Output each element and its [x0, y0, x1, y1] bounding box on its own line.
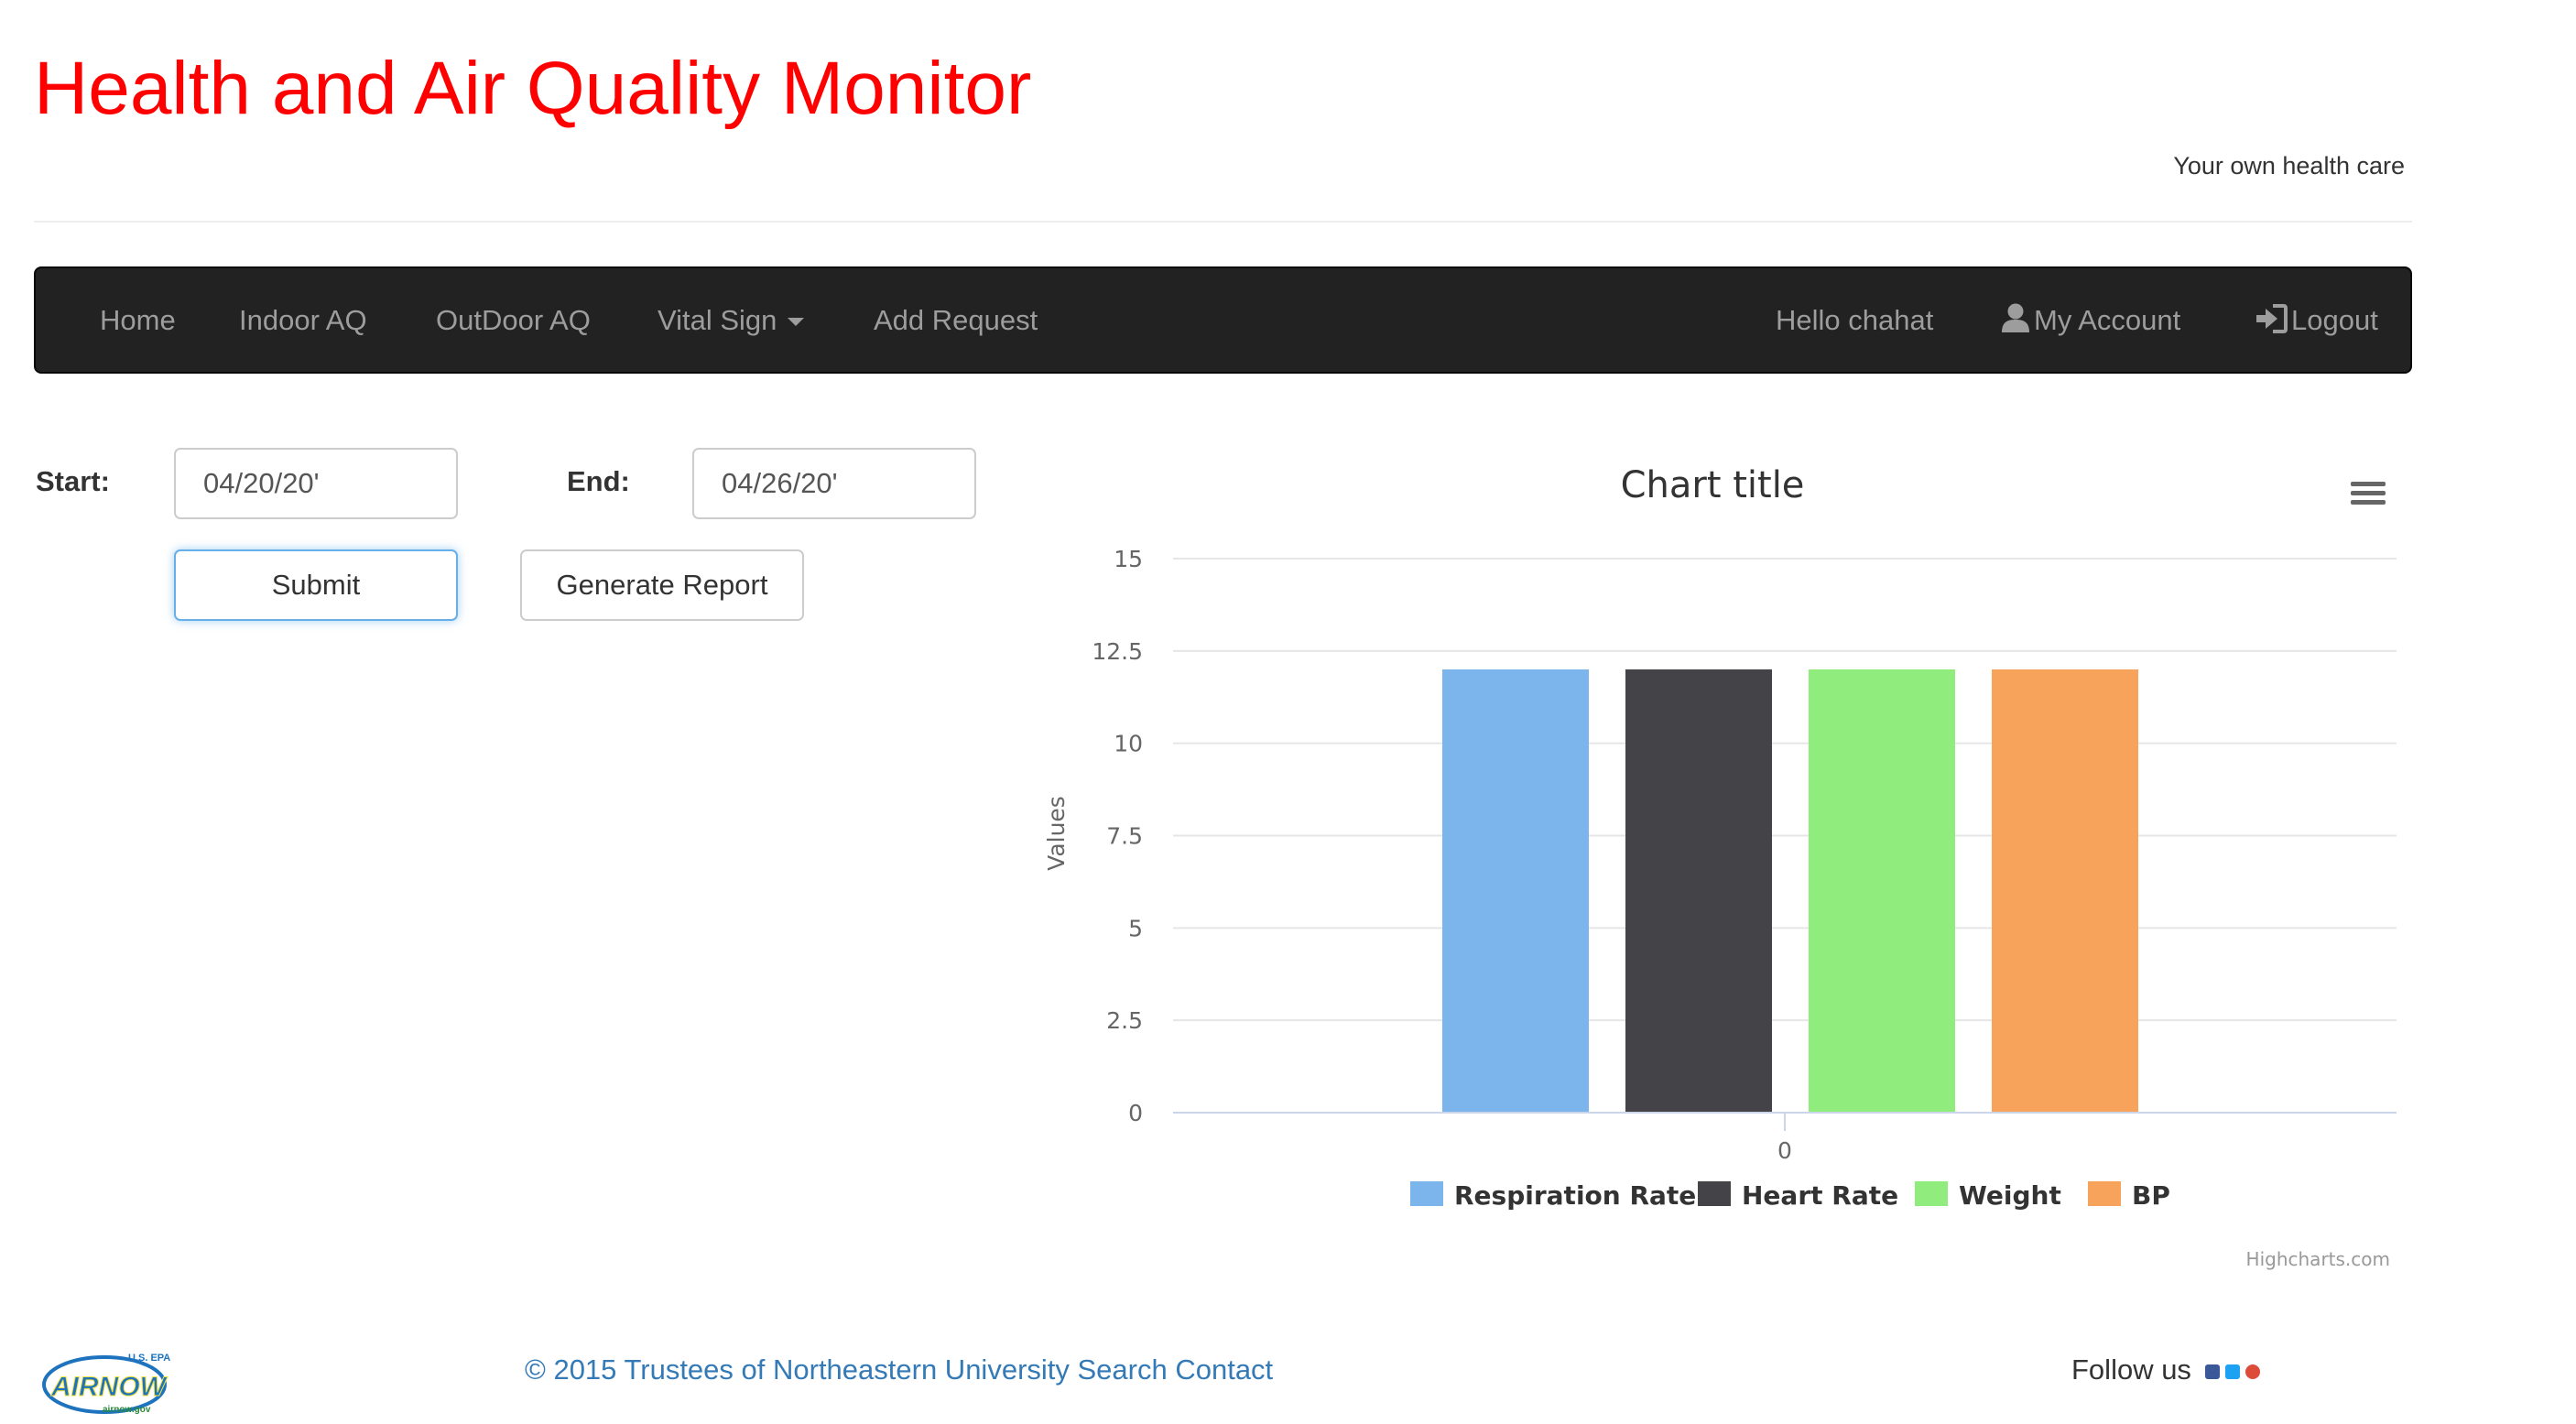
bar-respiration-rate[interactable]: [1442, 669, 1589, 1113]
nav-vital-sign-dropdown[interactable]: Vital Sign: [658, 268, 805, 372]
logout-label: Logout: [2291, 304, 2378, 336]
header-divider: [34, 221, 2412, 223]
y-axis-ticks: 0 2.5 5 7.5 10 12.5 15: [1092, 546, 1143, 1126]
login-arrow-icon: [2256, 304, 2288, 333]
follow-us-label: Follow us: [2071, 1353, 2191, 1386]
legend-swatch: [1698, 1181, 1731, 1206]
nav-vital-sign-label: Vital Sign: [658, 304, 777, 336]
y-tick-label: 15: [1114, 546, 1143, 572]
chart-title: Chart title: [1621, 464, 1805, 506]
logo-agency: U.S. EPA: [128, 1353, 170, 1364]
legend-label: Weight: [1959, 1180, 2061, 1211]
vital-sign-chart: Chart title 0 2.5 5 7.5 10 12.5 15 Values 0 Re…: [1043, 464, 2397, 1270]
logo-wordmark: AIRNOW: [50, 1372, 168, 1402]
start-date-input[interactable]: [174, 448, 458, 519]
nav-greeting: Hello chahat: [1776, 304, 1934, 336]
generate-report-button[interactable]: Generate Report: [520, 549, 804, 621]
chart-gridlines: [1173, 558, 2397, 1114]
y-tick-label: 7.5: [1106, 823, 1143, 850]
x-axis-tick-label: 0: [1777, 1137, 1792, 1164]
airnow-logo-graphic: U.S. EPA AIRNOW airnow.gov: [42, 1353, 170, 1415]
y-tick-label: 10: [1114, 731, 1143, 757]
airnow-logo[interactable]: U.S. EPA AIRNOW airnow.gov: [40, 1346, 178, 1424]
legend-item-bp[interactable]: BP: [2088, 1180, 2170, 1211]
nav-indoor-aq[interactable]: Indoor AQ: [239, 268, 367, 372]
legend-item-heart-rate[interactable]: Heart Rate: [1698, 1180, 1898, 1211]
legend-label: BP: [2132, 1180, 2170, 1211]
bar-weight[interactable]: [1809, 669, 1955, 1113]
submit-button[interactable]: Submit: [174, 549, 458, 621]
footer-copyright[interactable]: © 2015 Trustees of Northeastern Universi…: [525, 1353, 1273, 1386]
twitter-icon[interactable]: [2224, 1364, 2240, 1379]
nav-outdoor-aq[interactable]: OutDoor AQ: [436, 268, 591, 372]
legend-label: Heart Rate: [1742, 1180, 1898, 1211]
y-tick-label: 5: [1128, 915, 1143, 941]
chart-legend: Respiration Rate Heart Rate Weight BP: [1410, 1180, 2170, 1211]
legend-item-weight[interactable]: Weight: [1915, 1180, 2061, 1211]
my-account-label: My Account: [2034, 304, 2181, 336]
nav-add-request[interactable]: Add Request: [874, 268, 1038, 372]
legend-swatch: [1915, 1181, 1948, 1206]
y-tick-label: 2.5: [1106, 1007, 1143, 1034]
nav-logout[interactable]: Logout: [2255, 268, 2378, 372]
y-axis-title: Values: [1043, 796, 1070, 871]
logo-url: airnow.gov: [103, 1405, 151, 1415]
user-icon: [2002, 303, 2029, 332]
y-tick-label: 0: [1128, 1100, 1143, 1126]
navbar: Home Indoor AQ OutDoor AQ Vital Sign Add…: [34, 266, 2412, 374]
bar-heart-rate[interactable]: [1625, 669, 1772, 1113]
facebook-icon[interactable]: [2204, 1364, 2220, 1379]
tagline: Your own health care: [2173, 152, 2405, 179]
hamburger-menu-icon[interactable]: [2349, 480, 2387, 516]
nav-my-account[interactable]: My Account: [2001, 268, 2180, 372]
legend-label: Respiration Rate: [1454, 1180, 1696, 1211]
legend-swatch: [1410, 1181, 1443, 1206]
chart-bars: [1442, 669, 2138, 1113]
chart-credits[interactable]: Highcharts.com: [2246, 1248, 2390, 1270]
legend-swatch: [2088, 1181, 2121, 1206]
google-plus-icon[interactable]: [2244, 1364, 2260, 1379]
start-label: Start:: [36, 465, 110, 497]
y-tick-label: 12.5: [1092, 638, 1143, 665]
caret-down-icon: [788, 318, 805, 327]
nav-home[interactable]: Home: [100, 268, 176, 372]
footer-follow: Follow us: [2071, 1353, 2260, 1386]
page-title: Health and Air Quality Monitor: [34, 47, 1032, 130]
bar-bp[interactable]: [1992, 669, 2138, 1113]
end-label: End:: [567, 465, 630, 497]
end-date-input[interactable]: [692, 448, 976, 519]
legend-item-respiration-rate[interactable]: Respiration Rate: [1410, 1180, 1696, 1211]
